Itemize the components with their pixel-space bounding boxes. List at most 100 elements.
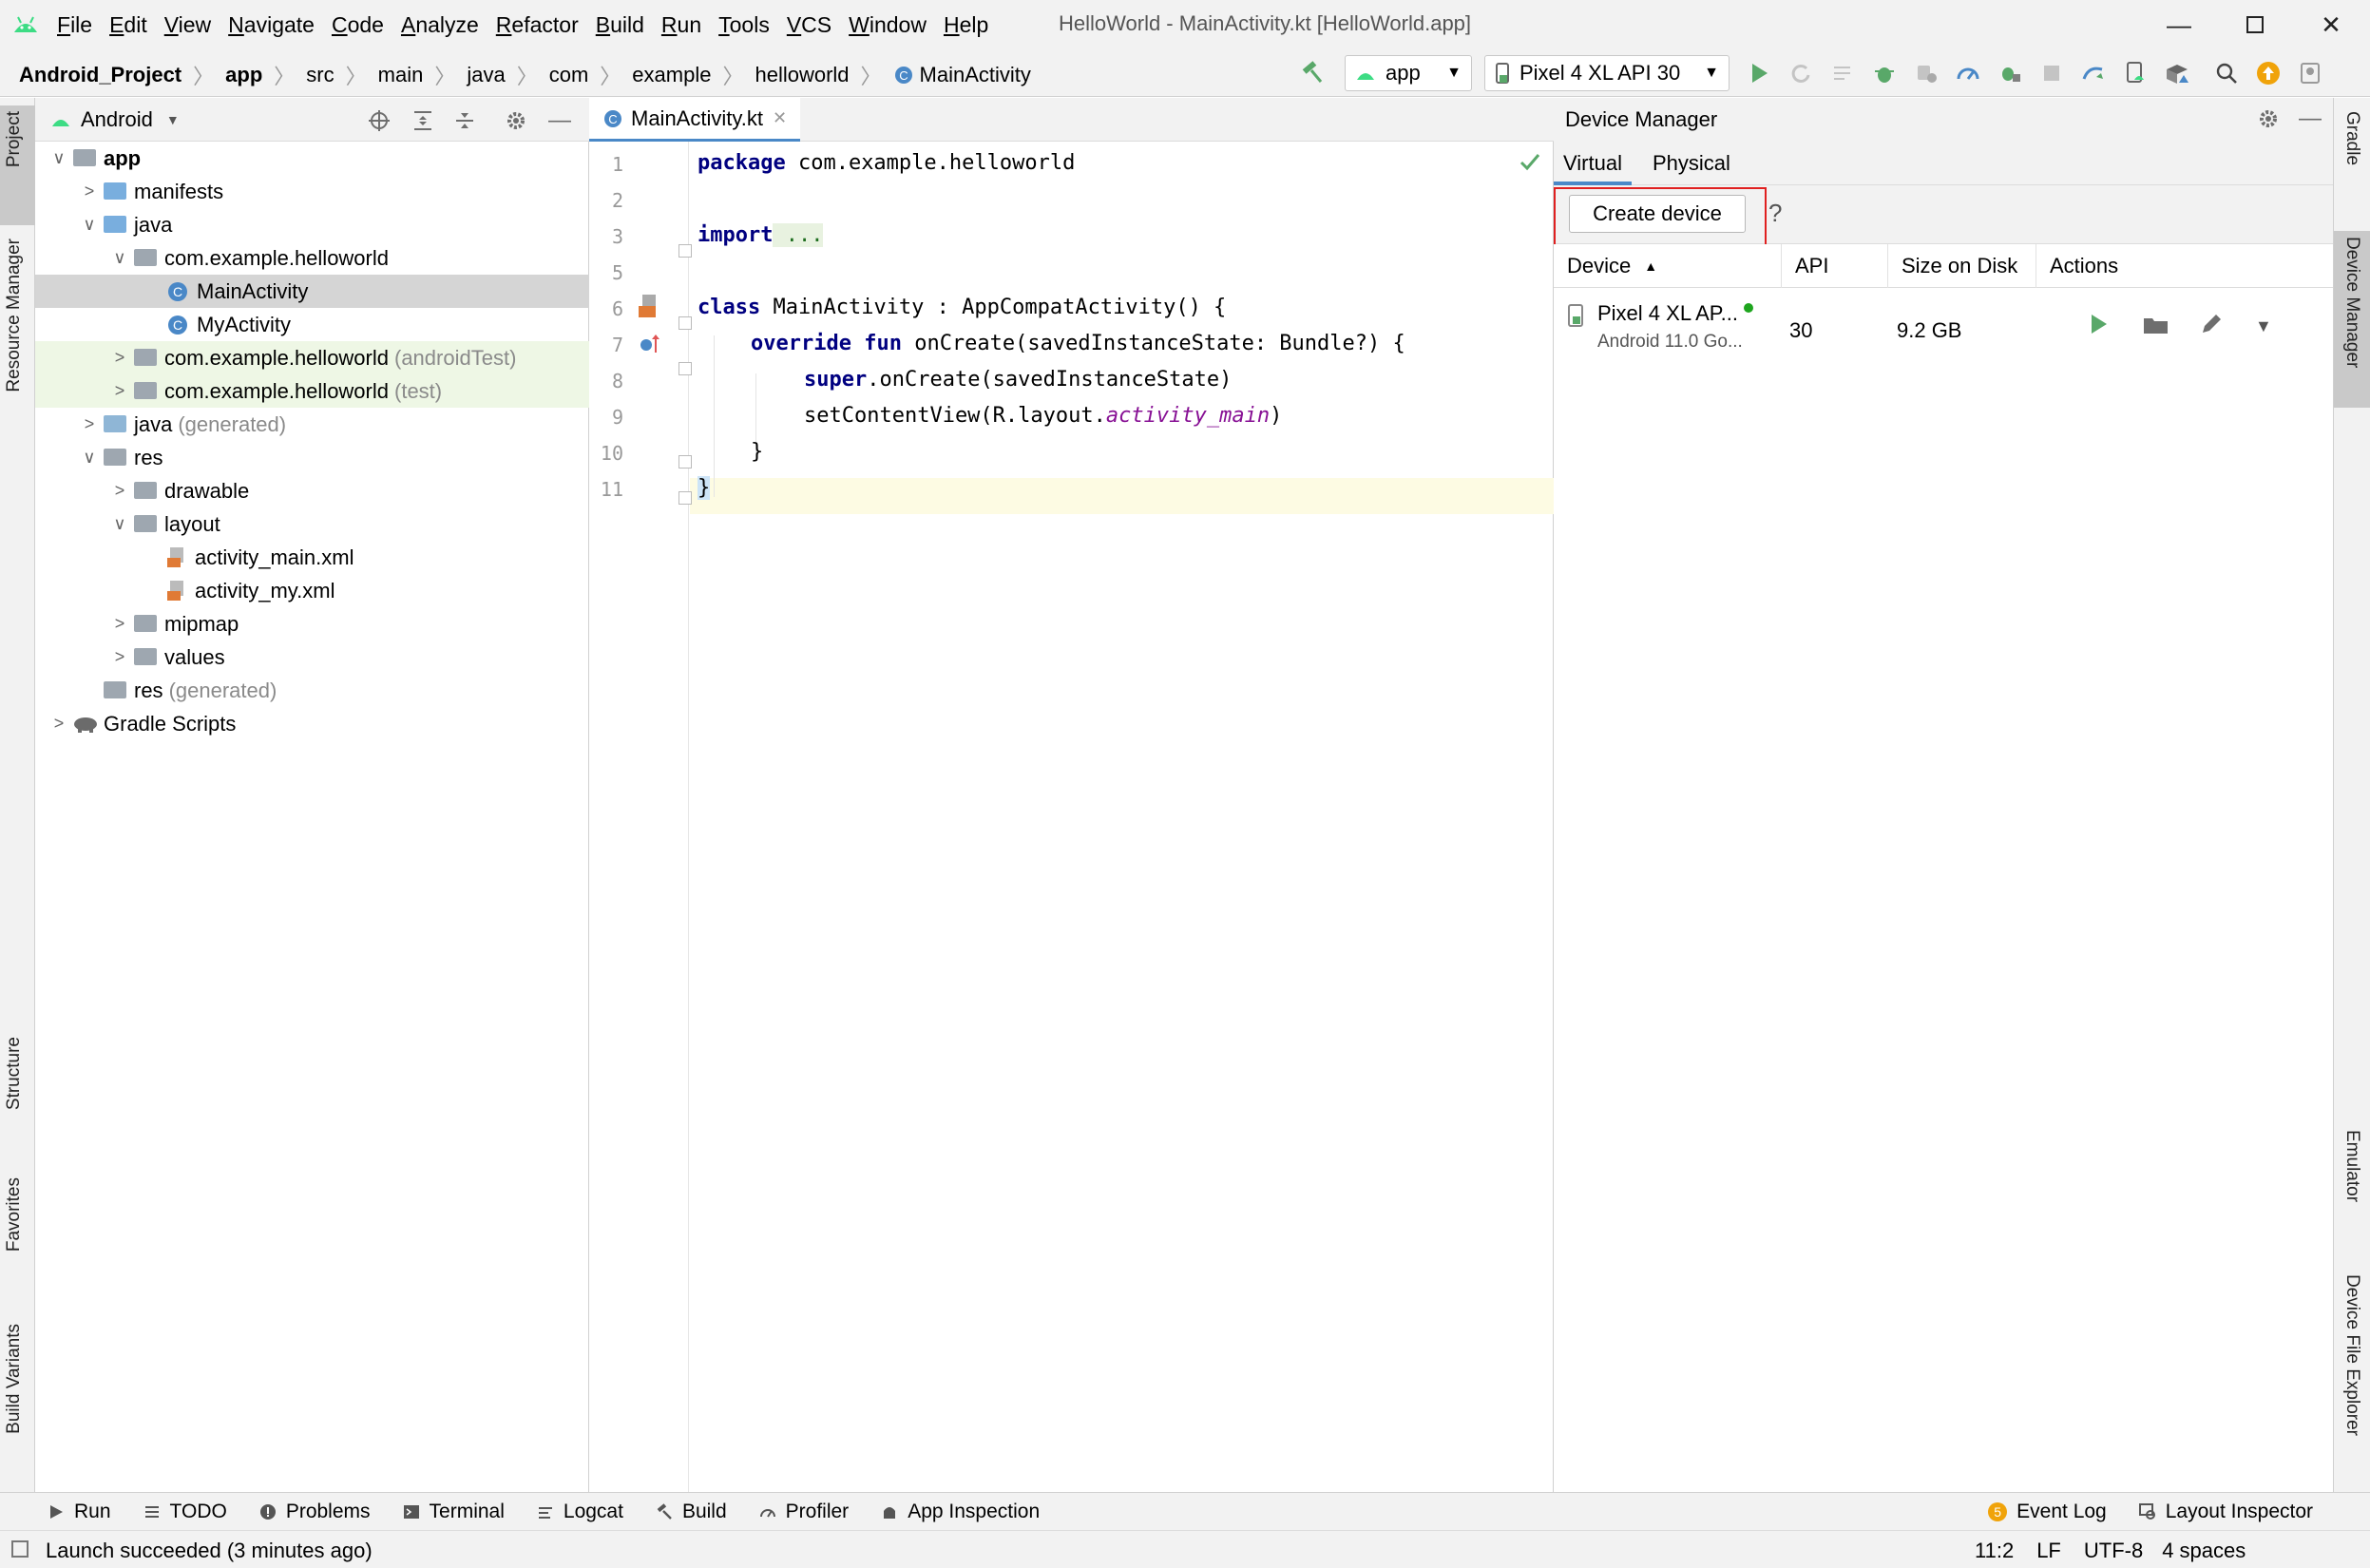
tab-project[interactable]: Project bbox=[4, 111, 25, 167]
toolwindow-build[interactable]: Build bbox=[656, 1501, 727, 1523]
file-encoding[interactable]: UTF-8 bbox=[2084, 1539, 2143, 1563]
apply-changes-restart-icon[interactable] bbox=[1787, 59, 1815, 87]
update-available-icon[interactable] bbox=[2254, 59, 2283, 87]
menu-edit[interactable]: Edit bbox=[109, 12, 147, 38]
breadcrumb-example[interactable]: example bbox=[632, 63, 711, 87]
override-gutter-icon[interactable] bbox=[639, 332, 663, 356]
sync-gradle-icon[interactable] bbox=[2079, 59, 2108, 87]
breadcrumb-project[interactable]: Android_Project bbox=[19, 63, 182, 87]
tree-item-gradle-scripts[interactable]: > Gradle Scripts bbox=[35, 707, 589, 740]
tab-emulator[interactable]: Emulator bbox=[2341, 1130, 2362, 1202]
tab-virtual[interactable]: Virtual bbox=[1554, 142, 1632, 185]
menu-build[interactable]: Build bbox=[596, 12, 644, 38]
open-folder-icon[interactable] bbox=[2143, 315, 2169, 335]
toolwindow-app-inspection[interactable]: App Inspection bbox=[881, 1501, 1040, 1523]
toolwindow-logcat[interactable]: Logcat bbox=[537, 1501, 623, 1523]
device-manager-icon[interactable] bbox=[2121, 59, 2150, 87]
profile-gauge-icon[interactable] bbox=[1954, 59, 1982, 87]
fold-icon[interactable] bbox=[679, 316, 692, 330]
code-line-6[interactable]: class MainActivity : AppCompatActivity()… bbox=[698, 296, 1226, 319]
tree-item-mainactivity[interactable]: C MainActivity bbox=[35, 275, 589, 308]
tree-item-java-generated[interactable]: > java (generated) bbox=[35, 408, 589, 441]
fold-icon[interactable] bbox=[679, 362, 692, 375]
menu-navigate[interactable]: Navigate bbox=[228, 12, 315, 38]
collapse-all-icon[interactable] bbox=[453, 109, 476, 132]
code-line-3[interactable]: import ... bbox=[698, 223, 824, 247]
menu-help[interactable]: Help bbox=[944, 12, 988, 38]
toolwindow-layout-inspector[interactable]: Layout Inspector bbox=[2138, 1501, 2313, 1523]
tree-item-package[interactable]: ∨ com.example.helloworld bbox=[35, 241, 589, 275]
tab-physical[interactable]: Physical bbox=[1643, 142, 1740, 185]
help-icon[interactable]: ? bbox=[1768, 199, 1782, 228]
breadcrumb-module[interactable]: app bbox=[225, 63, 262, 87]
column-actions[interactable]: Actions bbox=[2036, 244, 2333, 288]
tab-device-manager[interactable]: Device Manager bbox=[2341, 237, 2362, 368]
more-actions-dropdown-icon[interactable]: ▼ bbox=[2255, 316, 2272, 336]
breadcrumb-java[interactable]: java bbox=[467, 63, 505, 87]
close-window-button[interactable]: ✕ bbox=[2293, 0, 2369, 49]
tree-item-manifests[interactable]: > manifests bbox=[35, 175, 589, 208]
breadcrumb-src[interactable]: src bbox=[306, 63, 334, 87]
breadcrumb-helloworld[interactable]: helloworld bbox=[755, 63, 849, 87]
code-line-7[interactable]: override fun onCreate(savedInstanceState… bbox=[751, 332, 1405, 355]
caret-position[interactable]: 11:2 bbox=[1975, 1539, 2014, 1563]
fold-icon[interactable] bbox=[679, 455, 692, 468]
menu-refactor[interactable]: Refactor bbox=[496, 12, 579, 38]
project-view-select[interactable]: Android ▼ bbox=[50, 107, 180, 132]
toolwindow-todo[interactable]: TODO bbox=[143, 1501, 227, 1523]
column-api[interactable]: API bbox=[1782, 244, 1888, 288]
locate-target-icon[interactable] bbox=[368, 109, 391, 132]
menu-code[interactable]: Code bbox=[332, 12, 384, 38]
toolwindow-problems[interactable]: Problems bbox=[259, 1501, 371, 1523]
menu-analyze[interactable]: Analyze bbox=[401, 12, 479, 38]
toolwindow-terminal[interactable]: Terminal bbox=[403, 1501, 505, 1523]
tree-item-activity-my-xml[interactable]: activity_my.xml bbox=[35, 574, 589, 607]
tree-item-mipmap[interactable]: > mipmap bbox=[35, 607, 589, 641]
line-separator[interactable]: LF bbox=[2036, 1539, 2061, 1563]
menu-vcs[interactable]: VCS bbox=[787, 12, 831, 38]
toolwindow-profiler[interactable]: Profiler bbox=[759, 1501, 849, 1523]
hide-panel-icon[interactable]: — bbox=[2299, 105, 2322, 132]
tab-mainactivity-kt[interactable]: C MainActivity.kt ✕ bbox=[589, 98, 801, 142]
tree-item-layout[interactable]: ∨ layout bbox=[35, 507, 589, 541]
create-device-button[interactable]: Create device bbox=[1569, 195, 1746, 233]
tree-item-package-androidtest[interactable]: > com.example.helloworld (androidTest) bbox=[35, 341, 589, 374]
hide-panel-icon[interactable]: — bbox=[548, 107, 571, 134]
column-size[interactable]: Size on Disk bbox=[1888, 244, 2036, 288]
make-project-hammer-icon[interactable] bbox=[1298, 58, 1327, 86]
code-line-8[interactable]: super.onCreate(savedInstanceState) bbox=[804, 368, 1232, 392]
fold-icon[interactable] bbox=[679, 491, 692, 505]
tab-gradle[interactable]: Gradle bbox=[2341, 111, 2362, 165]
device-row[interactable]: Pixel 4 XL AP... Android 11.0 Go... 30 9… bbox=[1554, 288, 2333, 364]
expand-all-icon[interactable] bbox=[411, 109, 434, 132]
gear-icon[interactable] bbox=[505, 109, 527, 132]
tab-favorites[interactable]: Favorites bbox=[4, 1177, 25, 1252]
menu-view[interactable]: View bbox=[164, 12, 211, 38]
tree-item-values[interactable]: > values bbox=[35, 641, 589, 674]
tree-item-myactivity[interactable]: C MyActivity bbox=[35, 308, 589, 341]
tab-structure[interactable]: Structure bbox=[4, 1037, 25, 1110]
tab-build-variants[interactable]: Build Variants bbox=[4, 1324, 25, 1434]
apply-code-changes-icon[interactable] bbox=[1828, 59, 1857, 87]
code-line-1[interactable]: package com.example.helloworld bbox=[698, 151, 1075, 175]
stop-icon[interactable] bbox=[2037, 59, 2066, 87]
no-problems-check-icon[interactable] bbox=[1519, 151, 1541, 172]
indent-setting[interactable]: 4 spaces bbox=[2162, 1539, 2246, 1563]
gear-icon[interactable] bbox=[2257, 107, 2280, 130]
tree-item-activity-main-xml[interactable]: activity_main.xml bbox=[35, 541, 589, 574]
edit-pencil-icon[interactable] bbox=[2200, 313, 2223, 335]
run-config-select[interactable]: app ▼ bbox=[1345, 55, 1472, 91]
maximize-button[interactable] bbox=[2217, 0, 2293, 49]
tree-item-app[interactable]: ∨ app bbox=[35, 142, 589, 175]
tree-item-package-test[interactable]: > com.example.helloworld (test) bbox=[35, 374, 589, 408]
close-tab-icon[interactable]: ✕ bbox=[773, 108, 787, 128]
sdk-manager-icon[interactable] bbox=[2163, 59, 2191, 87]
tree-item-drawable[interactable]: > drawable bbox=[35, 474, 589, 507]
debug-bug-icon[interactable] bbox=[1870, 59, 1899, 87]
tree-item-res-generated[interactable]: res (generated) bbox=[35, 674, 589, 707]
tree-item-java[interactable]: ∨ java bbox=[35, 208, 589, 241]
status-message[interactable]: Launch succeeded (3 minutes ago) bbox=[46, 1539, 373, 1563]
code-line-11[interactable]: } bbox=[698, 476, 711, 500]
breadcrumb-com[interactable]: com bbox=[549, 63, 589, 87]
code-line-10[interactable]: } bbox=[751, 440, 763, 464]
